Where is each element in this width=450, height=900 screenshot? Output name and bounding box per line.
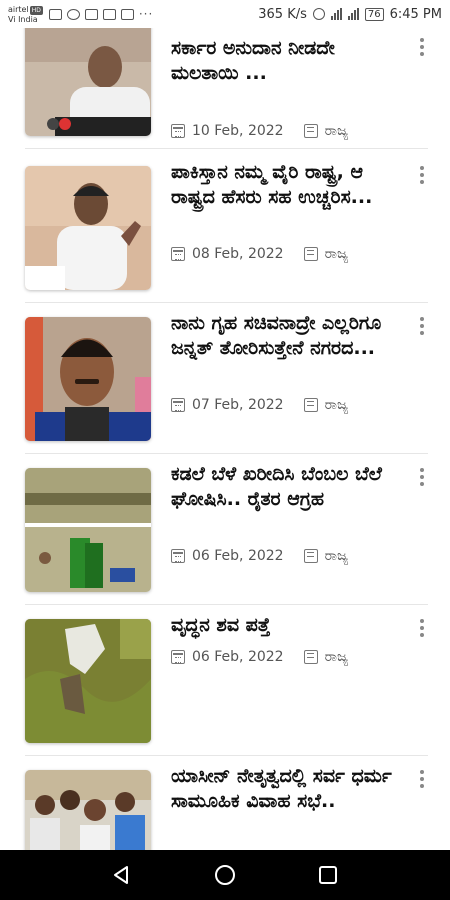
article-thumbnail[interactable] bbox=[25, 619, 151, 743]
calendar-icon bbox=[171, 549, 185, 563]
more-options-icon[interactable] bbox=[414, 464, 430, 490]
article-meta: 08 Feb, 2022 ರಾಜ್ಯ bbox=[171, 246, 348, 262]
signal-icon-2 bbox=[347, 8, 359, 20]
message-icon bbox=[84, 8, 98, 20]
home-circle-icon bbox=[214, 865, 235, 885]
article-category: ರಾಜ್ಯ bbox=[324, 397, 349, 413]
article-date: 06 Feb, 2022 bbox=[192, 548, 284, 564]
network-speed: 365 K/s bbox=[258, 6, 307, 22]
home-button[interactable] bbox=[205, 855, 245, 895]
article-card[interactable]: ಯಾಸೀನ್ ನೇತೃತ್ವದಲ್ಲಿ ಸರ್ವ ಧರ್ಮ ಸಾಮೂಹಿಕ ವಿ… bbox=[0, 756, 450, 850]
carrier-info: airtel HD Vi India bbox=[8, 5, 43, 24]
article-meta: 06 Feb, 2022 ರಾಜ್ಯ bbox=[171, 649, 348, 665]
status-bar: airtel HD Vi India ··· 365 K/s 76 6:45 PM bbox=[0, 0, 450, 28]
article-thumbnail[interactable] bbox=[25, 28, 151, 136]
category-icon bbox=[303, 398, 318, 412]
category-icon bbox=[303, 650, 318, 664]
article-date: 08 Feb, 2022 bbox=[192, 246, 284, 262]
more-options-icon[interactable] bbox=[414, 615, 430, 641]
article-date: 06 Feb, 2022 bbox=[192, 649, 284, 665]
divider bbox=[25, 148, 428, 149]
more-options-icon[interactable] bbox=[414, 34, 430, 60]
article-category: ರಾಜ್ಯ bbox=[324, 649, 349, 665]
battery-icon: 76 bbox=[364, 7, 384, 21]
notification-icons: ··· bbox=[48, 7, 154, 21]
article-list[interactable]: ಸರ್ಕಾರ ಅನುದಾನ ನೀಡದೇ ಮಲತಾಯಿ ... 10 Feb, 2… bbox=[0, 28, 450, 850]
more-options-icon[interactable] bbox=[414, 766, 430, 792]
carrier-name-2: Vi India bbox=[8, 14, 38, 24]
article-card[interactable]: ಸರ್ಕಾರ ಅನುದಾನ ನೀಡದೇ ಮಲತಾಯಿ ... 10 Feb, 2… bbox=[0, 28, 450, 149]
navigation-bar bbox=[0, 850, 450, 900]
article-card[interactable]: ನಾನು ಗೃಹ ಸಚಿವನಾದ್ರೇ ಎಲ್ಲರಿಗೂ ಜನ್ನತ್ ತೋರಿ… bbox=[0, 303, 450, 454]
article-title[interactable]: ಕಡಲೆ ಬೆಳೆ ಖರೀದಿಸಿ ಬೆಂಬಲ ಬೆಲೆ ಘೋಷಿಸಿ.. ರೈ… bbox=[171, 462, 403, 512]
recents-button[interactable] bbox=[308, 855, 348, 895]
article-thumbnail[interactable] bbox=[25, 166, 151, 290]
calendar-icon bbox=[171, 398, 185, 412]
warning-icon bbox=[120, 8, 134, 20]
clock: 6:45 PM bbox=[389, 6, 442, 22]
article-meta: 06 Feb, 2022 ರಾಜ್ಯ bbox=[171, 548, 348, 564]
image-icon bbox=[102, 8, 116, 20]
article-title[interactable]: ಯಾಸೀನ್ ನೇತೃತ್ವದಲ್ಲಿ ಸರ್ವ ಧರ್ಮ ಸಾಮೂಹಿಕ ವಿ… bbox=[171, 764, 403, 814]
calendar-icon bbox=[171, 247, 185, 261]
carrier-name: airtel bbox=[8, 4, 29, 14]
article-date: 10 Feb, 2022 bbox=[192, 123, 284, 139]
article-card[interactable]: ಪಾಕಿಸ್ತಾನ ನಮ್ಮ ವೈರಿ ರಾಷ್ಟ್ರ, ಆ ರಾಷ್ಟ್ರದ … bbox=[0, 152, 450, 303]
article-thumbnail[interactable] bbox=[25, 770, 151, 850]
article-category: ರಾಜ್ಯ bbox=[324, 123, 349, 139]
whatsapp-icon bbox=[66, 8, 80, 20]
back-triangle-icon bbox=[113, 866, 128, 884]
category-icon bbox=[303, 549, 318, 563]
signal-icon bbox=[330, 8, 342, 20]
category-icon bbox=[303, 124, 318, 138]
hd-badge: HD bbox=[29, 5, 43, 15]
more-notifications-icon: ··· bbox=[138, 7, 154, 21]
article-title[interactable]: ನಾನು ಗೃಹ ಸಚಿವನಾದ್ರೇ ಎಲ್ಲರಿಗೂ ಜನ್ನತ್ ತೋರಿ… bbox=[171, 311, 403, 361]
article-card[interactable]: ವೃದ್ಧನ ಶವ ಪತ್ತೆ 06 Feb, 2022 ರಾಜ್ಯ bbox=[0, 605, 450, 756]
article-category: ರಾಜ್ಯ bbox=[324, 548, 349, 564]
back-button[interactable] bbox=[102, 855, 142, 895]
recents-square-icon bbox=[319, 866, 338, 884]
article-title[interactable]: ಸರ್ಕಾರ ಅನುದಾನ ನೀಡದೇ ಮಲತಾಯಿ ... bbox=[171, 36, 403, 86]
article-meta: 10 Feb, 2022 ರಾಜ್ಯ bbox=[171, 123, 348, 139]
article-card[interactable]: ಕಡಲೆ ಬೆಳೆ ಖರೀದಿಸಿ ಬೆಂಬಲ ಬೆಲೆ ಘೋಷಿಸಿ.. ರೈ… bbox=[0, 454, 450, 605]
gallery-icon bbox=[48, 8, 62, 20]
more-options-icon[interactable] bbox=[414, 313, 430, 339]
article-category: ರಾಜ್ಯ bbox=[324, 246, 349, 262]
alarm-icon bbox=[312, 8, 325, 20]
calendar-icon bbox=[171, 650, 185, 664]
more-options-icon[interactable] bbox=[414, 162, 430, 188]
article-thumbnail[interactable] bbox=[25, 468, 151, 592]
article-meta: 07 Feb, 2022 ರಾಜ್ಯ bbox=[171, 397, 348, 413]
calendar-icon bbox=[171, 124, 185, 138]
category-icon bbox=[303, 247, 318, 261]
article-date: 07 Feb, 2022 bbox=[192, 397, 284, 413]
article-thumbnail[interactable] bbox=[25, 317, 151, 441]
article-title[interactable]: ಪಾಕಿಸ್ತಾನ ನಮ್ಮ ವೈರಿ ರಾಷ್ಟ್ರ, ಆ ರಾಷ್ಟ್ರದ … bbox=[171, 160, 403, 210]
article-title[interactable]: ವೃದ್ಧನ ಶವ ಪತ್ತೆ bbox=[171, 613, 403, 638]
